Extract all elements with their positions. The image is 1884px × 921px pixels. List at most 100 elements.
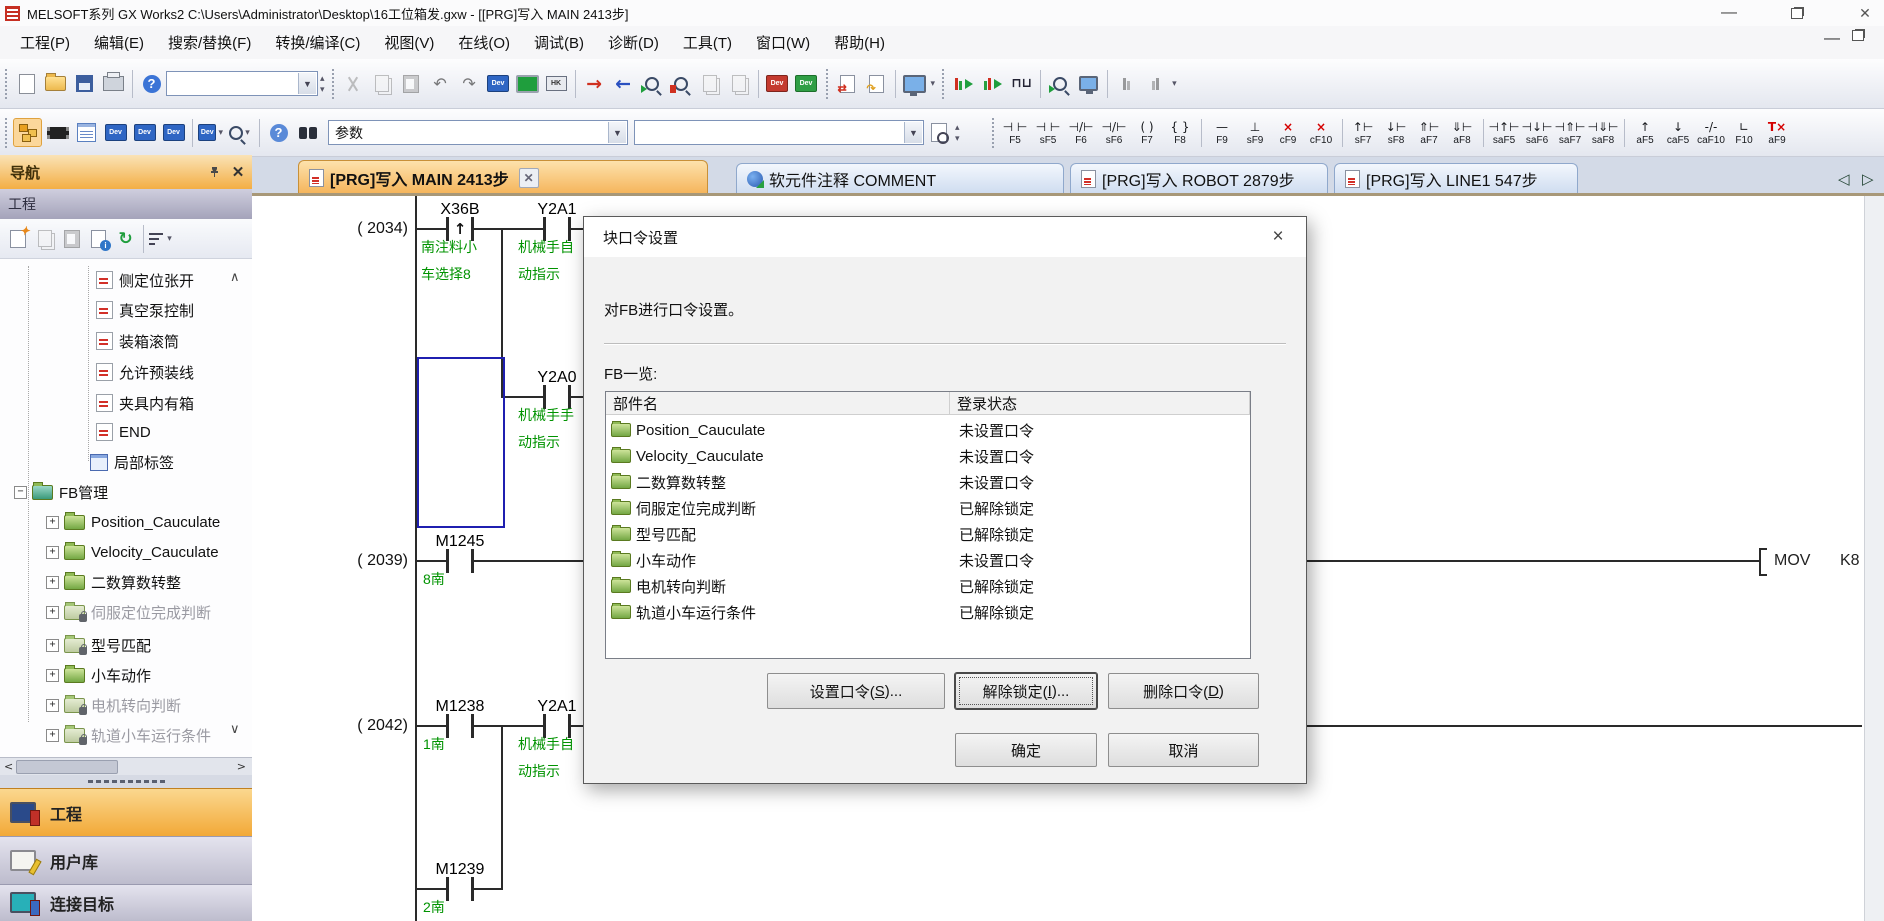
tab-scroll-right-icon[interactable]: ▷	[1862, 170, 1874, 188]
tab-main-program[interactable]: [PRG]写入 MAIN 2413步 ✕	[298, 160, 708, 194]
column-header-status[interactable]: 登录状态	[950, 392, 1250, 415]
expand-icon[interactable]: +	[46, 516, 59, 529]
device-find-icon[interactable]: ▾	[227, 119, 254, 146]
navigation-toggle-icon[interactable]	[13, 118, 42, 147]
toolbar-options-icon[interactable]: ▴▾	[320, 73, 325, 95]
monitor-stop-icon[interactable]	[668, 70, 695, 97]
tree-item-program[interactable]: END	[0, 418, 250, 446]
help-balloon-icon[interactable]: ?	[265, 119, 292, 146]
column-header-name[interactable]: 部件名	[606, 392, 950, 415]
mdi-restore-button[interactable]	[1852, 30, 1864, 41]
toolbar-grip[interactable]	[332, 69, 334, 99]
ladder-invert-result-button[interactable]: -/-caF10	[1695, 113, 1728, 153]
nav-button-user-library[interactable]: 用户库	[0, 836, 252, 884]
ok-button[interactable]: 确定	[955, 733, 1097, 767]
minimize-button[interactable]: —	[1712, 0, 1746, 26]
restore-button[interactable]	[1780, 0, 1814, 26]
device-test-icon[interactable]	[1075, 70, 1102, 97]
tree-item-fb[interactable]: + 小车动作	[0, 661, 250, 689]
entry-ladder-icon[interactable]: HK	[543, 70, 570, 97]
redo-icon[interactable]: ↷	[456, 70, 483, 97]
help-icon[interactable]: ?	[138, 70, 165, 97]
delete-password-button[interactable]: 删除口令(D)	[1108, 673, 1259, 709]
panel-splitter[interactable]	[0, 775, 252, 788]
ladder-hline-button[interactable]: —F9	[1206, 113, 1239, 153]
write-to-plc-icon[interactable]: →	[581, 70, 608, 97]
ladder-pulse-eq-branch-button[interactable]: ⊣⇓⊢saF8	[1587, 113, 1620, 153]
tree-item-fb-locked[interactable]: + 伺服定位完成判断	[0, 598, 250, 626]
fb-list[interactable]: 部件名 登录状态 Position_Cauculate 未设置口令 Veloci…	[605, 391, 1251, 659]
find-text-combo[interactable]: ▼	[634, 120, 924, 145]
expand-icon[interactable]: +	[46, 669, 59, 682]
scrollbar-thumb[interactable]	[16, 760, 118, 774]
fb-list-row[interactable]: Velocity_Cauculate 未设置口令	[606, 443, 1250, 469]
fb-list-row[interactable]: 伺服定位完成判断 已解除锁定	[606, 495, 1250, 521]
fb-list-row[interactable]: 型号匹配 已解除锁定	[606, 521, 1250, 547]
watch-stop-icon[interactable]	[979, 70, 1006, 97]
fb-list-row[interactable]: 电机转向判断 已解除锁定	[606, 573, 1250, 599]
unlock-button[interactable]: 解除锁定(I)...	[955, 673, 1097, 709]
scroll-right-icon[interactable]: >	[237, 760, 246, 773]
cut-icon[interactable]	[340, 70, 367, 97]
tab-device-comment[interactable]: 软元件注释 COMMENT	[736, 163, 1064, 194]
expand-icon[interactable]: +	[46, 576, 59, 589]
device-memory-icon[interactable]: Dev	[131, 119, 158, 146]
close-button[interactable]: ✕	[1848, 0, 1882, 26]
chevron-down-icon[interactable]: ▼	[298, 73, 316, 94]
fb-list-row[interactable]: 小车动作 未设置口令	[606, 547, 1250, 573]
menu-view[interactable]: 视图(V)	[372, 30, 446, 56]
device-comment-edit-icon[interactable]: Dev	[102, 119, 129, 146]
refresh-icon[interactable]: ↻	[113, 226, 138, 251]
device-skip-icon[interactable]	[1046, 70, 1073, 97]
watch-start-icon[interactable]	[950, 70, 977, 97]
tree-item-local-label[interactable]: 局部标签	[0, 448, 250, 476]
menu-diagnostics[interactable]: 诊断(D)	[596, 30, 671, 56]
doc-transfer-yellow-icon[interactable]: ↷	[863, 70, 890, 97]
ladder-delete-text-button[interactable]: T×aF9	[1761, 113, 1794, 153]
ladder-falling-pulse-branch-button[interactable]: ⇓⊢aF8	[1446, 113, 1479, 153]
tab-robot-program[interactable]: [PRG]写入 ROBOT 2879步	[1070, 163, 1328, 194]
fb-list-row[interactable]: 二数算数转整 未设置口令	[606, 469, 1250, 495]
fb-list-row[interactable]: 轨道小车运行条件 已解除锁定	[606, 599, 1250, 625]
toolbar-grip[interactable]	[826, 69, 828, 99]
copy-data-icon[interactable]	[32, 226, 57, 251]
toolbar-options-icon[interactable]: ▾	[931, 78, 936, 89]
watch-disabled-icon[interactable]	[1113, 70, 1140, 97]
new-project-icon[interactable]	[13, 70, 40, 97]
new-data-icon[interactable]: ✦	[5, 226, 30, 251]
menu-convert-compile[interactable]: 转换/编译(C)	[263, 30, 372, 56]
ladder-falling-pulse-button[interactable]: ↓⊢sF8	[1380, 113, 1413, 153]
contact-m1245[interactable]	[446, 549, 474, 573]
scroll-left-icon[interactable]: <	[4, 760, 13, 773]
find-binoculars-icon[interactable]	[294, 119, 321, 146]
paste-data-icon[interactable]	[59, 226, 84, 251]
ladder-delete-hline-button[interactable]: ×cF9	[1272, 113, 1305, 153]
quick-find-combo[interactable]: ▼	[166, 71, 318, 96]
tree-item-fb-locked[interactable]: + 轨道小车运行条件	[0, 721, 250, 749]
toolbar-grip[interactable]	[5, 69, 7, 99]
monitor-mode-icon[interactable]	[514, 70, 541, 97]
toolbar-grip[interactable]	[5, 118, 7, 148]
save-project-icon[interactable]	[71, 70, 98, 97]
tree-item-fb-locked[interactable]: + 型号匹配	[0, 631, 250, 659]
menu-tools[interactable]: 工具(T)	[671, 30, 744, 56]
ladder-coil-button[interactable]: ( )F7	[1131, 113, 1164, 153]
menu-project[interactable]: 工程(P)	[8, 30, 82, 56]
device-read-icon[interactable]: Dev	[793, 70, 820, 97]
tree-horizontal-scrollbar[interactable]: < >	[0, 757, 252, 776]
function-list-icon[interactable]	[73, 119, 100, 146]
find-in-page-icon[interactable]	[925, 119, 952, 146]
expand-icon[interactable]: +	[46, 729, 59, 742]
navigation-section-header[interactable]: 工程	[0, 189, 252, 219]
data-info-icon[interactable]: i	[86, 226, 111, 251]
undo-icon[interactable]: ↶	[427, 70, 454, 97]
tree-item-fb[interactable]: + Velocity_Cauculate	[0, 538, 250, 566]
ladder-delete-vline-button[interactable]: ×cF10	[1305, 113, 1338, 153]
toolbar-options-icon[interactable]: ▾	[1172, 78, 1177, 89]
ladder-vline-button[interactable]: ⊥sF9	[1239, 113, 1272, 153]
tree-item-program[interactable]: 装箱滚筒	[0, 327, 250, 355]
cancel-button[interactable]: 取消	[1108, 733, 1259, 767]
toolbar-grip[interactable]	[942, 69, 944, 99]
tree-item-fb[interactable]: + 二数算数转整	[0, 568, 250, 596]
editor-vertical-scrollbar[interactable]	[1864, 196, 1884, 921]
